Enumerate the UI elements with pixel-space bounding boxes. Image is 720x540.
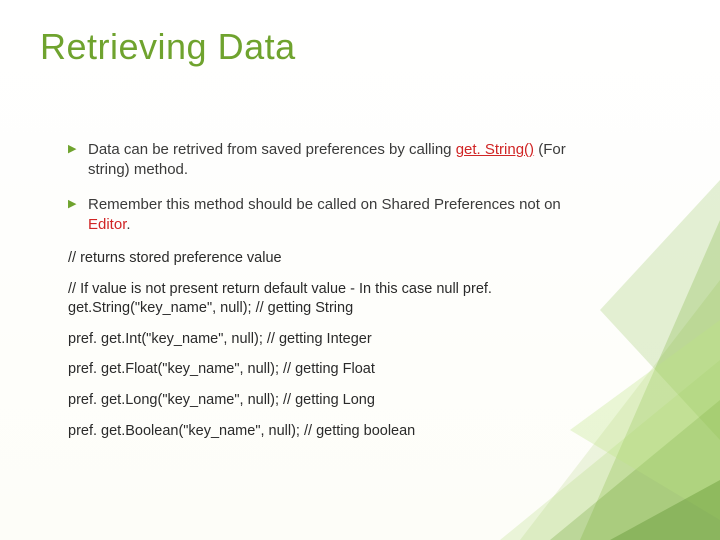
code-line-4: pref. get.Float("key_name", null); // ge… — [68, 360, 588, 379]
para2-text-a: Remember this method should be called on… — [88, 196, 561, 213]
para2-text-b: . — [126, 216, 130, 233]
getstring-link[interactable]: get. String() — [456, 141, 534, 158]
content-area: Data can be retrived from saved preferen… — [68, 140, 588, 453]
paragraph-1: Data can be retrived from saved preferen… — [68, 140, 588, 181]
slide: Retrieving Data Data can be retrived fro… — [0, 0, 720, 540]
page-title: Retrieving Data — [40, 26, 296, 68]
editor-word: Editor — [88, 216, 126, 233]
code-line-3: pref. get.Int("key_name", null); // gett… — [68, 330, 588, 349]
paragraph-2: Remember this method should be called on… — [68, 195, 588, 236]
code-line-5: pref. get.Long("key_name", null); // get… — [68, 391, 588, 410]
code-line-1: // returns stored preference value — [68, 249, 588, 268]
para1-text-a: Data can be retrived from saved preferen… — [88, 141, 456, 158]
code-line-6: pref. get.Boolean("key_name", null); // … — [68, 422, 588, 441]
code-line-2: // If value is not present return defaul… — [68, 280, 588, 318]
code-block: // returns stored preference value // If… — [68, 249, 588, 441]
